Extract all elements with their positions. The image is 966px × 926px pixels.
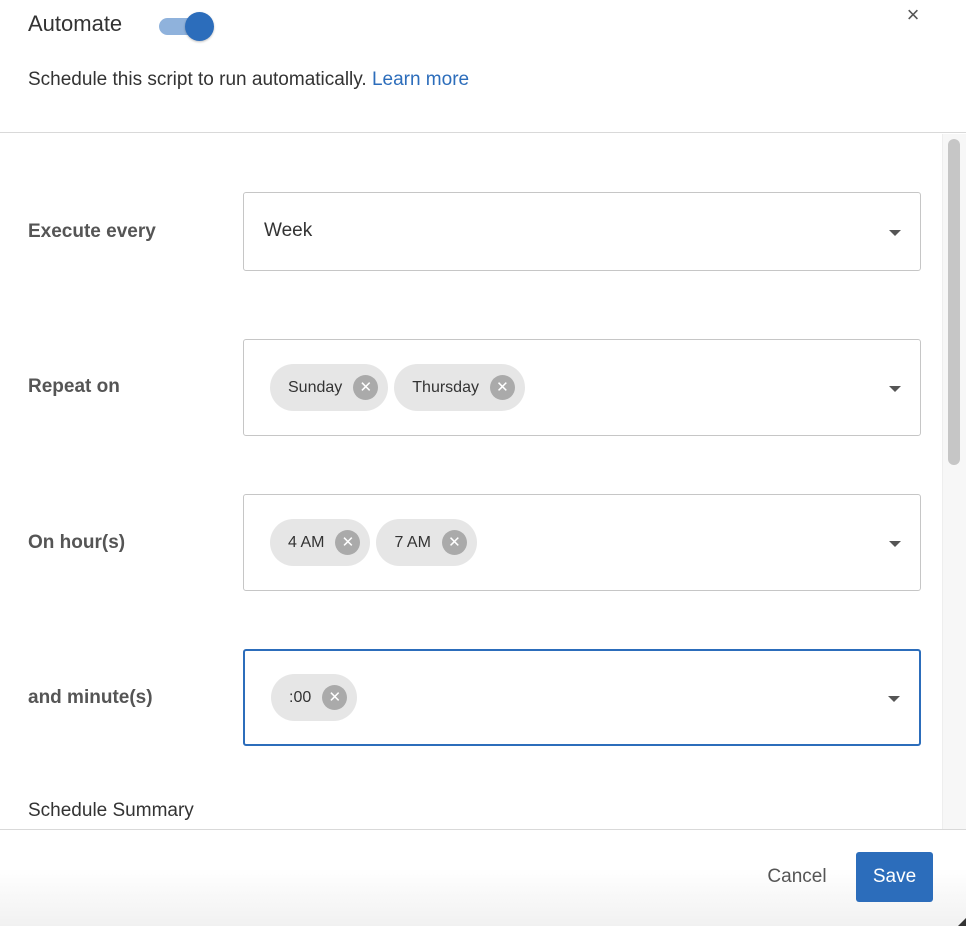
cancel-button[interactable]: Cancel xyxy=(752,852,842,902)
dialog-description: Schedule this script to run automaticall… xyxy=(28,69,469,91)
remove-chip-icon[interactable]: ✕ xyxy=(335,530,361,555)
minutes-chips: :00 ✕ xyxy=(271,674,358,721)
chip-7am: 7 AM ✕ xyxy=(376,519,477,566)
execute-every-select[interactable]: Week xyxy=(243,192,921,271)
chevron-down-icon xyxy=(889,386,901,392)
save-button[interactable]: Save xyxy=(856,852,933,902)
remove-chip-icon[interactable]: ✕ xyxy=(353,375,379,400)
on-hours-label: On hour(s) xyxy=(28,532,126,553)
chip-label: :00 xyxy=(289,688,312,706)
chip-label: Sunday xyxy=(288,378,343,396)
scrollbar-thumb[interactable] xyxy=(948,139,960,465)
repeat-on-chips: Sunday ✕ Thursday ✕ xyxy=(270,364,525,411)
dialog-title: Automate xyxy=(28,11,123,36)
resize-handle-icon[interactable] xyxy=(958,918,966,926)
description-text: Schedule this script to run automaticall… xyxy=(28,69,367,90)
dialog-body: Execute every Week Repeat on Sunday ✕ Th… xyxy=(0,134,966,829)
chevron-down-icon xyxy=(889,230,901,236)
chip-4am: 4 AM ✕ xyxy=(270,519,371,566)
chip-label: Thursday xyxy=(412,378,479,396)
repeat-on-select[interactable]: Sunday ✕ Thursday ✕ xyxy=(243,339,921,436)
execute-every-value: Week xyxy=(264,220,313,241)
dialog-footer: Cancel Save xyxy=(0,829,966,926)
chevron-down-icon xyxy=(889,541,901,547)
schedule-summary-heading: Schedule Summary xyxy=(28,800,194,821)
repeat-on-label: Repeat on xyxy=(28,376,120,397)
automate-dialog: Automate × Schedule this script to run a… xyxy=(0,0,966,926)
dialog-header: Automate × Schedule this script to run a… xyxy=(0,0,966,133)
on-hours-select[interactable]: 4 AM ✕ 7 AM ✕ xyxy=(243,494,921,591)
remove-chip-icon[interactable]: ✕ xyxy=(322,685,348,710)
learn-more-link[interactable]: Learn more xyxy=(372,69,469,90)
execute-every-label: Execute every xyxy=(28,221,156,242)
automate-toggle[interactable] xyxy=(158,11,216,41)
chip-thursday: Thursday ✕ xyxy=(394,364,525,411)
chip-sunday: Sunday ✕ xyxy=(270,364,389,411)
on-hours-chips: 4 AM ✕ 7 AM ✕ xyxy=(270,519,477,566)
close-icon[interactable]: × xyxy=(900,2,926,28)
remove-chip-icon[interactable]: ✕ xyxy=(441,530,467,555)
scrollbar[interactable] xyxy=(942,134,966,829)
minutes-select[interactable]: :00 ✕ xyxy=(243,649,921,746)
chip-label: 4 AM xyxy=(288,533,325,551)
chevron-down-icon xyxy=(888,696,900,702)
remove-chip-icon[interactable]: ✕ xyxy=(489,375,515,400)
chip-00: :00 ✕ xyxy=(271,674,358,721)
chip-label: 7 AM xyxy=(394,533,431,551)
minutes-label: and minute(s) xyxy=(28,687,153,708)
toggle-knob xyxy=(185,12,214,41)
